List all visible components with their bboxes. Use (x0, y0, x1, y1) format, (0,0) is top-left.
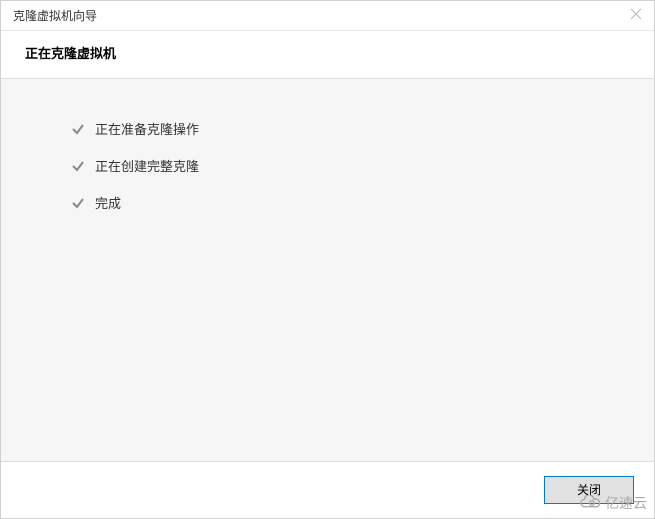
titlebar: 克隆虚拟机向导 (1, 1, 654, 31)
check-icon (71, 122, 85, 136)
progress-item: 正在创建完整克隆 (71, 156, 654, 175)
clone-vm-wizard-dialog: 克隆虚拟机向导 正在克隆虚拟机 正在准备克隆操作 正在创建完整克隆 完成 (0, 0, 655, 519)
progress-item: 完成 (71, 193, 654, 212)
progress-item: 正在准备克隆操作 (71, 119, 654, 138)
close-icon[interactable] (628, 8, 644, 24)
page-title: 正在克隆虚拟机 (25, 43, 630, 62)
check-icon (71, 196, 85, 210)
window-title: 克隆虚拟机向导 (13, 7, 97, 24)
progress-label: 完成 (95, 193, 121, 212)
progress-content: 正在准备克隆操作 正在创建完整克隆 完成 (1, 78, 654, 462)
dialog-header: 正在克隆虚拟机 (1, 31, 654, 78)
check-icon (71, 159, 85, 173)
progress-label: 正在准备克隆操作 (95, 119, 199, 138)
progress-label: 正在创建完整克隆 (95, 156, 199, 175)
close-button[interactable]: 关闭 (544, 476, 634, 504)
dialog-footer: 关闭 (1, 462, 654, 518)
